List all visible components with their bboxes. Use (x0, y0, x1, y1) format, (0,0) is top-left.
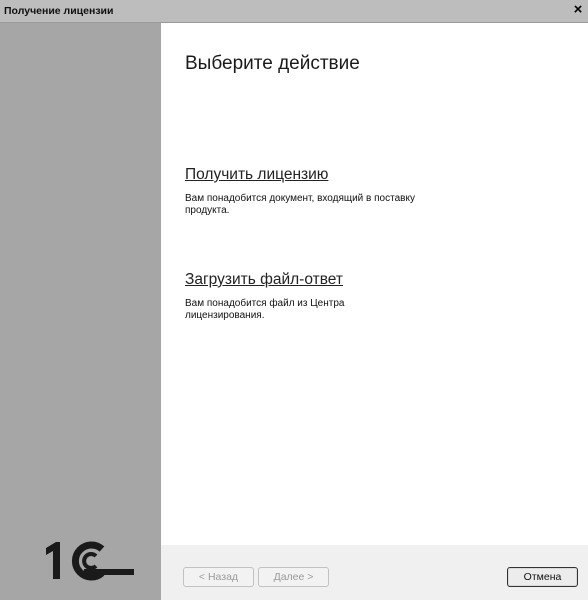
cancel-button[interactable]: Отмена (507, 567, 578, 587)
main-content: Выберите действие Получить лицензию Вам … (161, 23, 588, 545)
sidebar-panel (0, 23, 161, 600)
title-bar: Получение лицензии × (0, 0, 588, 23)
upload-response-file-link[interactable]: Загрузить файл-ответ (185, 271, 343, 289)
back-button[interactable]: < Назад (183, 567, 254, 587)
1c-logo (46, 541, 134, 581)
window-title: Получение лицензии (4, 5, 114, 17)
page-title: Выберите действие (185, 53, 360, 74)
upload-response-file-description: Вам понадобится файл из Центра лицензиро… (185, 298, 345, 321)
get-license-description: Вам понадобится документ, входящий в пос… (185, 193, 415, 216)
next-button[interactable]: Далее > (258, 567, 329, 587)
close-icon[interactable]: × (571, 2, 585, 18)
button-bar: < Назад Далее > Отмена (161, 545, 588, 600)
get-license-link[interactable]: Получить лицензию (185, 166, 328, 184)
